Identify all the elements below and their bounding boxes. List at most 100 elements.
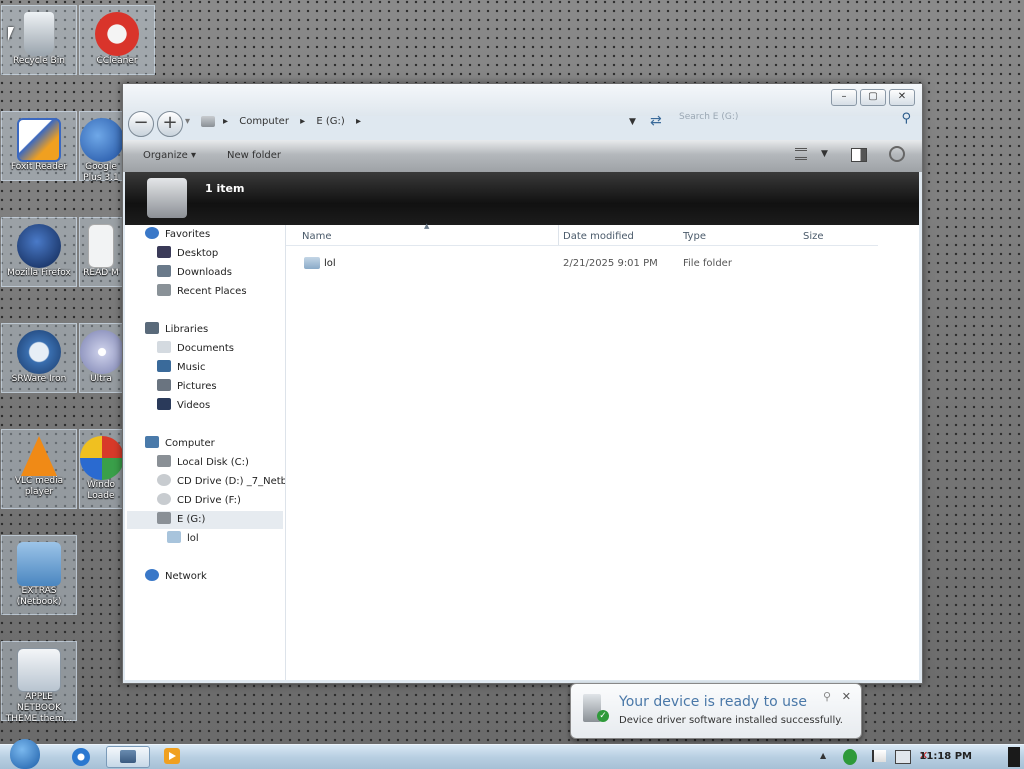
- nav-favorites[interactable]: Favorites: [145, 226, 210, 244]
- breadcrumb-separator: ▸: [355, 116, 361, 127]
- nav-label: Network: [165, 571, 207, 582]
- help-icon[interactable]: [889, 146, 905, 162]
- notification-message: Device driver software installed success…: [619, 715, 843, 726]
- safely-remove-hardware-icon[interactable]: [843, 749, 857, 765]
- nav-documents[interactable]: Documents: [157, 340, 234, 358]
- column-name[interactable]: Name: [302, 231, 332, 242]
- nav-label: lol: [187, 533, 199, 544]
- desktop-icon-srware-iron[interactable]: SRWare Iron: [1, 323, 77, 393]
- breadcrumb-drive[interactable]: E (G:): [316, 116, 344, 127]
- computer-icon: [145, 436, 159, 448]
- nav-local-disk-c[interactable]: Local Disk (C:): [157, 454, 249, 472]
- desktop-icon-ccleaner[interactable]: CCleaner: [79, 5, 155, 75]
- show-hidden-icons-button[interactable]: ▲: [820, 751, 826, 760]
- nav-cd-drive-f[interactable]: CD Drive (F:): [157, 492, 241, 510]
- new-folder-button[interactable]: New folder: [227, 150, 281, 161]
- breadcrumb-separator: ▸: [223, 116, 229, 127]
- internet-explorer-quicklaunch[interactable]: [72, 748, 90, 766]
- globe-icon: [80, 118, 124, 162]
- desktop-icon-foxit-reader[interactable]: Foxit Reader: [1, 111, 77, 181]
- desktop-icon-label: Mozilla Firefox: [7, 268, 71, 278]
- desktop-icon-label: Recycle Bin: [13, 56, 65, 66]
- change-view-icon[interactable]: [795, 148, 807, 160]
- maximize-button[interactable]: ▢: [860, 89, 886, 106]
- address-dropdown-icon[interactable]: ▼: [629, 117, 636, 127]
- refresh-icon[interactable]: ⇄: [650, 113, 662, 129]
- desktop-icon-label: SRWare Iron: [11, 374, 67, 384]
- windows-loader-icon: [80, 436, 124, 480]
- search-input[interactable]: Search E (G:) ⚲: [679, 111, 915, 134]
- firefox-icon: [17, 224, 61, 268]
- close-button[interactable]: ✕: [889, 89, 915, 106]
- desktop-icon-windows-loader[interactable]: Windo Loade: [79, 429, 124, 509]
- desktop-icon-readme[interactable]: READ M: [79, 217, 123, 287]
- forward-button[interactable]: +: [157, 111, 183, 137]
- show-desktop-button[interactable]: [1008, 747, 1020, 767]
- column-type[interactable]: Type: [683, 231, 706, 242]
- desktop-icon-ultra[interactable]: Ultra: [79, 323, 124, 393]
- notification-title: Your device is ready to use: [619, 694, 807, 710]
- desktop-icon-firefox[interactable]: Mozilla Firefox: [1, 217, 77, 287]
- play-icon: [169, 752, 176, 760]
- nav-folder-lol[interactable]: lol: [167, 530, 199, 548]
- desktop-icon-apple-netbook-theme[interactable]: APPLE NETBOOK THEME them...: [1, 641, 77, 724]
- nav-computer[interactable]: Computer: [145, 435, 215, 453]
- network-status-icon[interactable]: [895, 750, 911, 764]
- breadcrumb-separator: ▸: [300, 116, 306, 127]
- disc-icon: [80, 330, 124, 374]
- nav-network[interactable]: Network: [145, 568, 207, 586]
- action-center-flag-icon[interactable]: [872, 750, 886, 762]
- device-ready-notification[interactable]: ✓ Your device is ready to use Device dri…: [570, 683, 862, 739]
- explorer-window-icon: [120, 750, 136, 763]
- nav-label: Computer: [165, 438, 215, 449]
- details-header: 1 item: [125, 172, 919, 225]
- desktop-icon: [157, 246, 171, 258]
- internet-explorer-icon: [72, 748, 90, 766]
- mouse-cursor-icon: [8, 27, 14, 41]
- file-list: Name ▲ Date modified Type Size lol 2/21/…: [286, 222, 919, 680]
- command-toolbar: Organize ▾ New folder ▼: [123, 140, 922, 172]
- desktop-icon-vlc[interactable]: VLC media player: [1, 429, 77, 509]
- nav-drive-g-selected[interactable]: E (G:): [127, 511, 283, 529]
- desktop-icon-label: CCleaner: [96, 56, 138, 66]
- recent-pages-button[interactable]: ▾: [185, 116, 190, 127]
- column-date-modified[interactable]: Date modified: [563, 231, 634, 242]
- nav-music[interactable]: Music: [157, 359, 205, 377]
- breadcrumb[interactable]: ▸ Computer ▸ E (G:) ▸: [223, 116, 369, 127]
- preview-pane-icon[interactable]: [851, 148, 867, 162]
- table-row[interactable]: lol 2/21/2025 9:01 PM File folder: [286, 255, 878, 273]
- nav-label: Videos: [177, 400, 211, 411]
- drive-icon: [201, 116, 215, 127]
- nav-pictures[interactable]: Pictures: [157, 378, 217, 396]
- nav-cd-drive-d[interactable]: CD Drive (D:) _7_Netbo: [157, 473, 285, 491]
- taskbar: ▲ ✕ 11:18 PM: [0, 739, 1024, 769]
- view-dropdown-icon[interactable]: ▼: [821, 149, 828, 159]
- nav-downloads[interactable]: Downloads: [157, 264, 232, 282]
- back-button[interactable]: −: [128, 111, 154, 137]
- nav-videos[interactable]: Videos: [157, 397, 210, 415]
- column-size[interactable]: Size: [803, 231, 824, 242]
- nav-recent-places[interactable]: Recent Places: [157, 283, 247, 301]
- minimize-button[interactable]: –: [831, 89, 857, 106]
- taskbar-explorer-button[interactable]: [106, 746, 150, 768]
- nav-label: E (G:): [177, 514, 206, 525]
- start-button[interactable]: [10, 739, 44, 769]
- desktop-icon-google-plus[interactable]: Google Plus 3.1: [79, 111, 124, 183]
- taskbar-clock[interactable]: 11:18 PM: [919, 751, 972, 762]
- column-divider: [558, 225, 559, 245]
- file-type: File folder: [683, 258, 732, 269]
- hard-drive-icon: [147, 178, 187, 218]
- nav-desktop[interactable]: Desktop: [157, 245, 218, 263]
- item-count: 1 item: [205, 182, 245, 195]
- notification-close-button[interactable]: ✕: [842, 690, 851, 703]
- media-player-quicklaunch[interactable]: [164, 748, 180, 764]
- videos-icon: [157, 398, 171, 410]
- pictures-icon: [157, 379, 171, 391]
- organize-button[interactable]: Organize ▾: [143, 150, 196, 161]
- desktop-icon-extras[interactable]: EXTRAS (Netbook): [1, 535, 77, 615]
- breadcrumb-computer[interactable]: Computer: [239, 116, 289, 127]
- notification-options-icon[interactable]: ⚲: [823, 690, 831, 703]
- downloads-icon: [157, 265, 171, 277]
- removable-drive-icon: [157, 512, 171, 524]
- nav-libraries[interactable]: Libraries: [145, 321, 208, 339]
